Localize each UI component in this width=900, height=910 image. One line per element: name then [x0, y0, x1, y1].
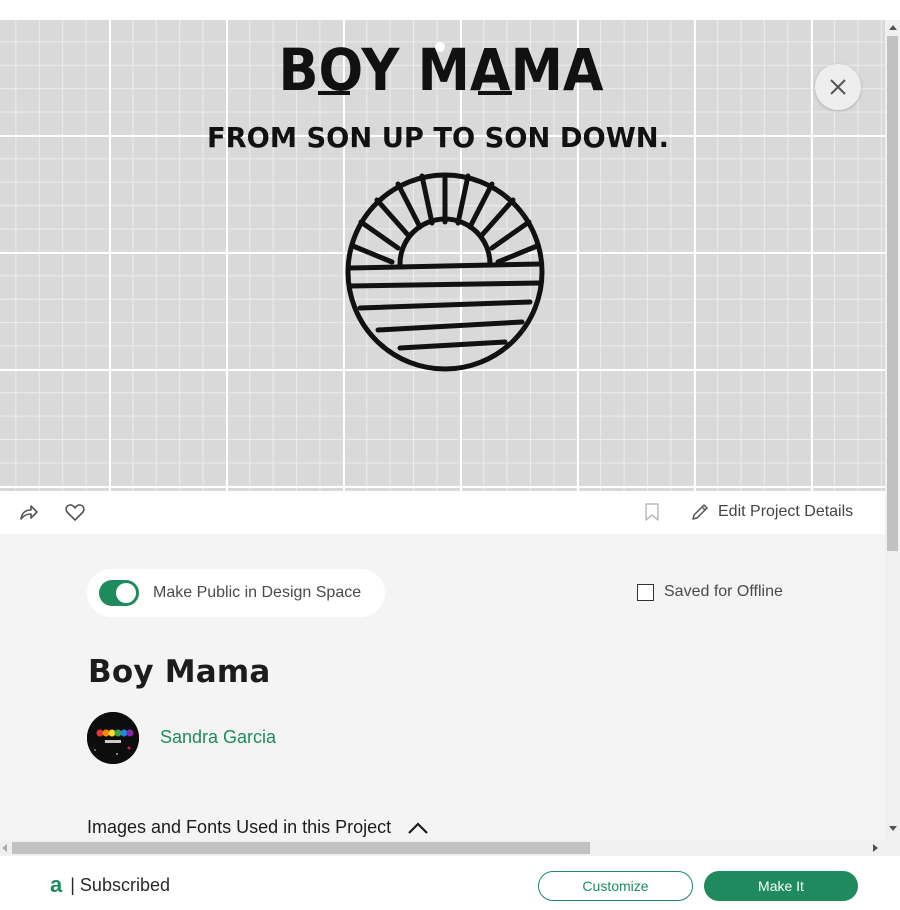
saved-offline-label: Saved for Offline [664, 583, 783, 600]
access-logo-icon: a [50, 872, 63, 897]
design-preview: BOY MAMA FROM SON UP TO SON DOWN. [207, 36, 669, 372]
design-canvas: BOY MAMA FROM SON UP TO SON DOWN. [0, 20, 885, 491]
edit-project-details-button[interactable]: Edit Project Details [690, 501, 853, 523]
avatar-image [87, 712, 139, 764]
vertical-scrollbar[interactable] [885, 20, 900, 840]
author-name-link[interactable]: Sandra Garcia [160, 727, 276, 748]
make-public-toggle[interactable] [99, 580, 139, 606]
scrollbar-corner [885, 840, 900, 856]
images-fonts-section-toggle[interactable]: Images and Fonts Used in this Project [87, 817, 429, 838]
share-icon [20, 505, 38, 520]
scroll-up-arrow-icon[interactable] [889, 25, 897, 30]
saved-offline-row[interactable]: Saved for Offline [637, 583, 783, 601]
edit-project-details-label: Edit Project Details [718, 503, 854, 520]
saved-offline-checkbox[interactable] [637, 583, 654, 601]
chevron-up-icon [408, 821, 428, 834]
design-dot [435, 42, 445, 52]
share-button[interactable] [17, 501, 39, 523]
project-details-panel: Make Public in Design Space Saved for Of… [0, 534, 885, 840]
horizontal-scrollbar[interactable] [0, 840, 885, 856]
scroll-left-arrow-icon[interactable] [2, 844, 7, 852]
vertical-scroll-thumb[interactable] [887, 36, 898, 551]
subscription-status-label: | Subscribed [70, 874, 170, 895]
favorite-button[interactable] [64, 501, 86, 523]
footer-bar: a | Subscribed Customize Make It [0, 856, 900, 910]
customize-button[interactable]: Customize [538, 871, 693, 901]
sunset-emblem [345, 172, 545, 372]
design-subtitle-text: FROM SON UP TO SON DOWN. [207, 121, 669, 154]
pencil-icon [692, 504, 708, 520]
scroll-right-arrow-icon[interactable] [873, 844, 878, 852]
subscription-status: a | Subscribed [50, 874, 170, 896]
images-fonts-heading: Images and Fonts Used in this Project [87, 817, 392, 837]
close-icon [830, 79, 846, 95]
project-action-bar: Edit Project Details [0, 491, 885, 534]
make-public-toggle-row[interactable]: Make Public in Design Space [87, 569, 385, 617]
project-title: Boy Mama [88, 654, 271, 690]
make-it-button[interactable]: Make It [704, 871, 858, 901]
heart-icon [65, 504, 85, 521]
project-detail-window: BOY MAMA FROM SON UP TO SON DOWN. Edit P… [0, 0, 900, 910]
bookmark-icon [645, 503, 659, 521]
author-avatar[interactable] [87, 712, 139, 764]
horizontal-scroll-thumb[interactable] [12, 842, 590, 854]
bookmark-button[interactable] [641, 501, 663, 523]
close-button[interactable] [815, 64, 861, 110]
scroll-down-arrow-icon[interactable] [889, 826, 897, 831]
make-public-label: Make Public in Design Space [153, 584, 362, 601]
